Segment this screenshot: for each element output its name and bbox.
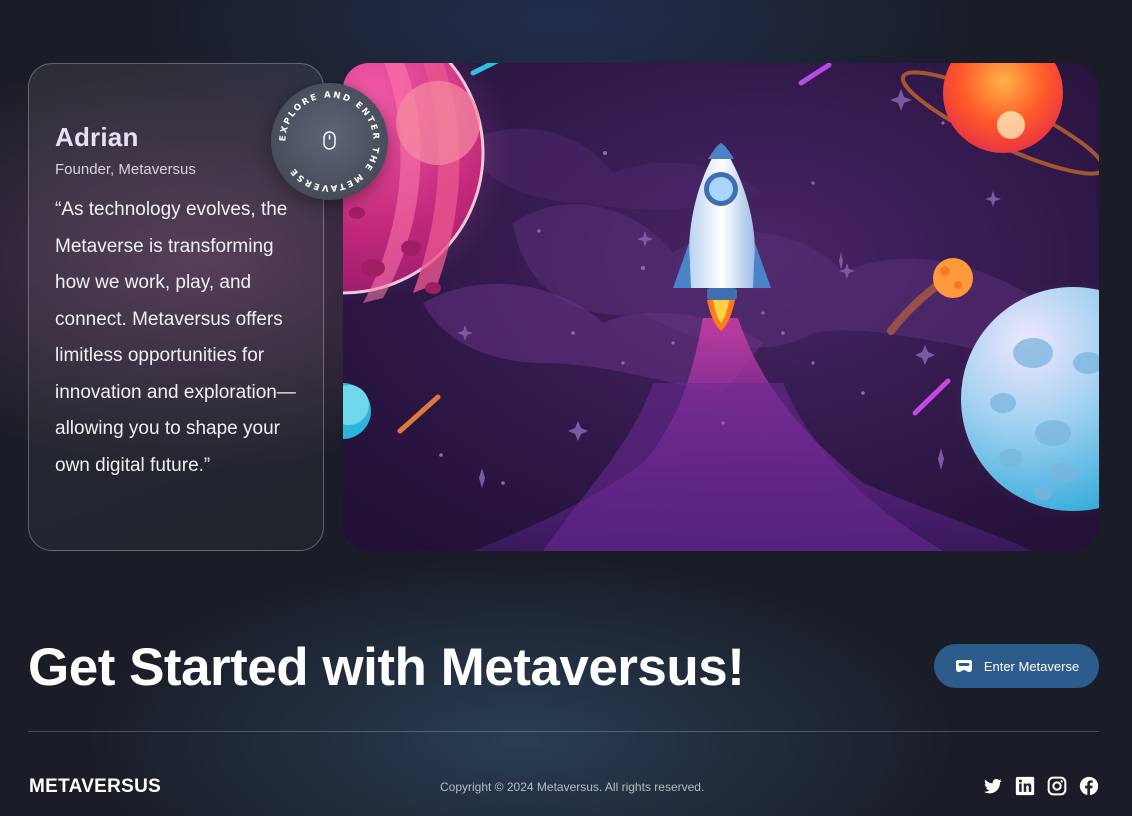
enter-metaverse-button[interactable]: Enter Metaverse xyxy=(934,644,1099,688)
mouse-icon xyxy=(323,131,336,150)
social-links xyxy=(983,775,1101,797)
footer-logo[interactable]: METAVERSUS xyxy=(29,776,161,798)
twitter-icon[interactable] xyxy=(983,776,1003,796)
testimonial-quote: “As technology evolves, the Metaverse is… xyxy=(55,199,296,476)
enter-metaverse-label: Enter Metaverse xyxy=(983,658,1080,674)
cta-headline: Get Started with Metaversus! xyxy=(28,638,745,697)
copyright-text: Copyright © 2024 Metaversus. All rights … xyxy=(440,780,705,794)
badge-text: EXPLORE AND ENTER THE METAVERSE xyxy=(278,90,378,192)
facebook-icon[interactable] xyxy=(1079,776,1099,796)
svg-text:EXPLORE AND ENTER THE METAVERS: EXPLORE AND ENTER THE METAVERSE xyxy=(278,90,380,192)
vr-headset-icon xyxy=(954,659,974,673)
testimonial-role: Founder, Metaversus xyxy=(55,161,196,178)
linkedin-icon[interactable] xyxy=(1015,776,1035,796)
hero-illustration xyxy=(343,63,1099,551)
explore-badge[interactable]: EXPLORE AND ENTER THE METAVERSE xyxy=(271,83,388,200)
testimonial-name: Adrian xyxy=(55,122,139,152)
footer-divider xyxy=(28,731,1099,732)
instagram-icon[interactable] xyxy=(1047,776,1067,796)
